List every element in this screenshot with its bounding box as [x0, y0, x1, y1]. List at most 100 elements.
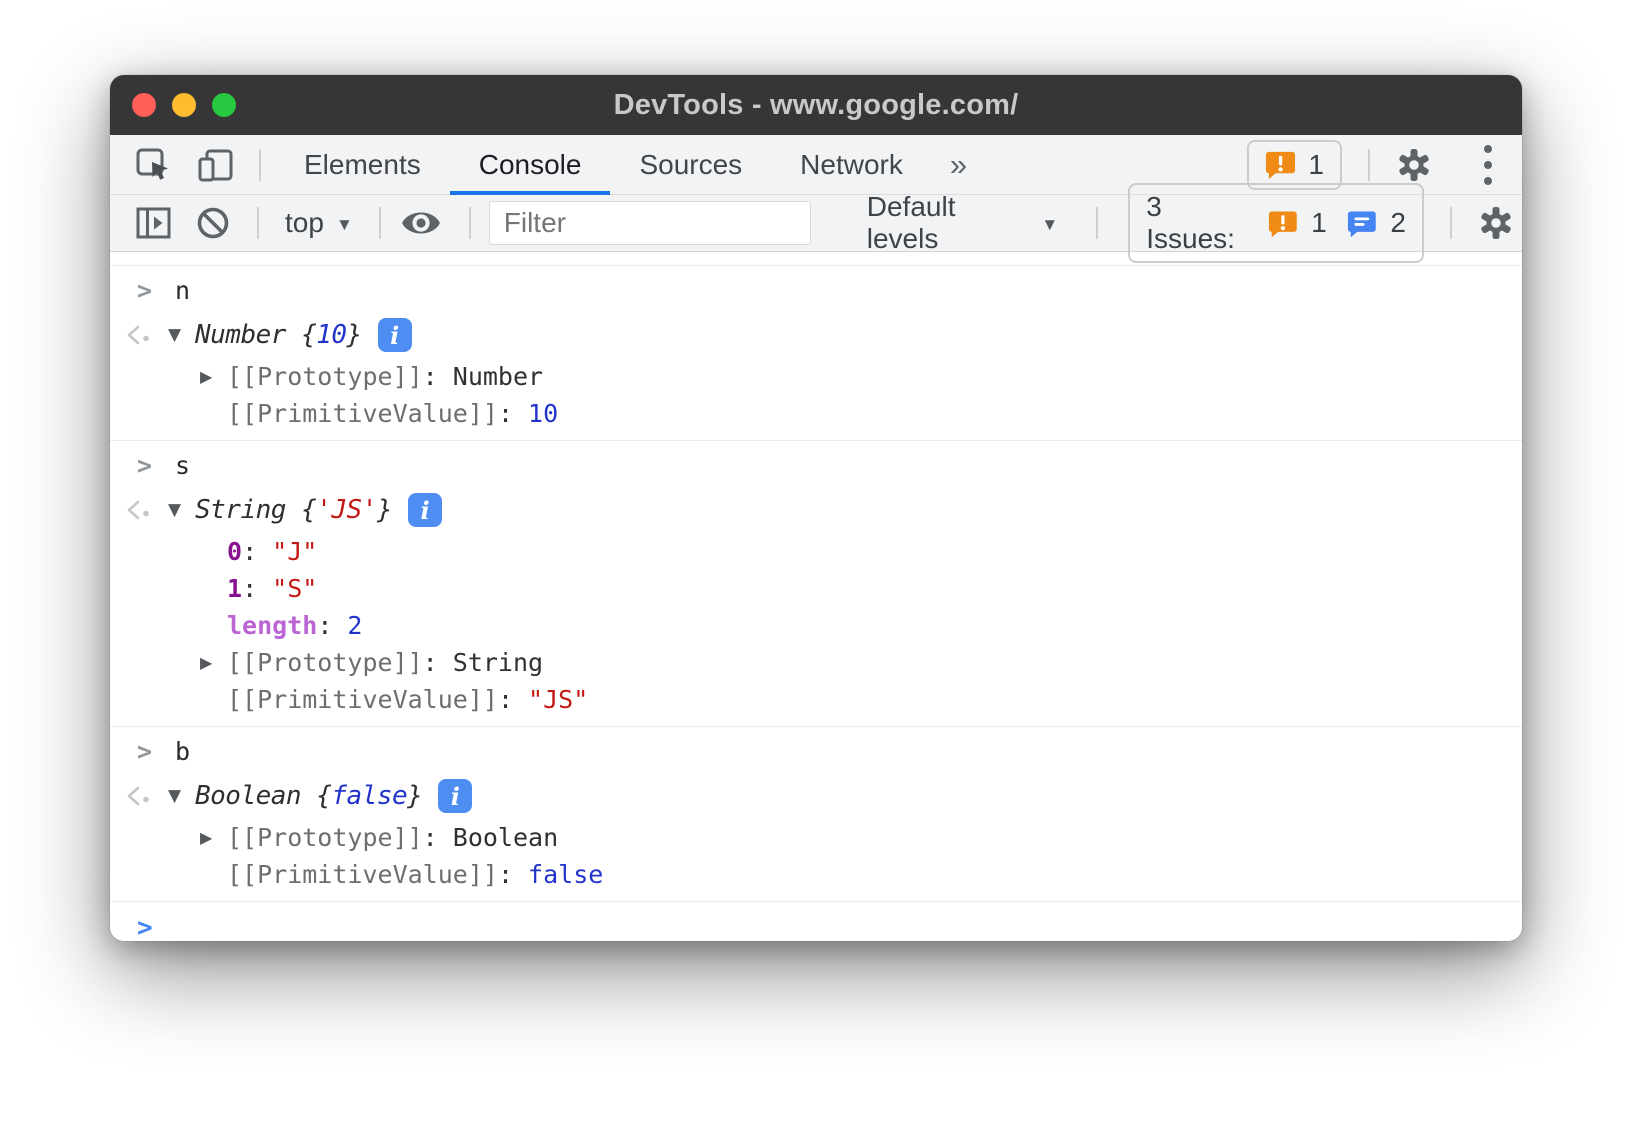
device-toolbar-icon — [197, 147, 235, 183]
info-icon[interactable]: i — [408, 493, 442, 527]
console-token: [[PrimitiveValue]] — [227, 860, 498, 889]
console-settings-button[interactable] — [1478, 205, 1514, 241]
console-group: >b▼Boolean {false}i▶[[Prototype]]: Boole… — [110, 726, 1522, 901]
console-token: "J" — [272, 537, 317, 566]
property-text: 0: "J" — [227, 537, 317, 566]
console-group: >n▼Number {10}i▶[[Prototype]]: Number[[P… — [110, 265, 1522, 440]
filter-input[interactable] — [489, 201, 811, 245]
inspect-element-button[interactable] — [135, 147, 171, 183]
tab-elements[interactable]: Elements — [275, 135, 450, 195]
panel-tabs: ElementsConsoleSourcesNetwork — [275, 135, 932, 195]
console-token: Boolean { — [195, 781, 331, 811]
object-preview[interactable]: Number {10} — [195, 320, 362, 350]
property-text: [[PrimitiveValue]]: "JS" — [227, 685, 588, 714]
device-toolbar-button[interactable] — [197, 147, 235, 183]
console-result-row: ▼Number {10} i — [110, 312, 1522, 358]
property-text: 1: "S" — [227, 574, 317, 603]
console-command-row: >n — [110, 268, 1522, 312]
console-command-row: >s — [110, 443, 1522, 487]
property-text: [[Prototype]]: Number — [227, 362, 543, 391]
console-token: String { — [195, 495, 316, 525]
console-property-row: ▶[[Prototype]]: String — [110, 644, 1522, 681]
console-token: 'JS' — [316, 495, 377, 525]
titlebar: DevTools - www.google.com/ — [110, 75, 1522, 135]
context-selector-dropdown[interactable]: top ▼ — [277, 207, 361, 239]
console-token: : — [498, 860, 528, 889]
console-messages-area: >n▼Number {10}i▶[[Prototype]]: Number[[P… — [110, 252, 1522, 941]
object-preview[interactable]: String {'JS'} — [195, 495, 392, 525]
console-group: >s▼String {'JS'}i0: "J"1: "S"length: 2▶[… — [110, 440, 1522, 726]
property-text: [[PrimitiveValue]]: false — [227, 860, 603, 889]
clear-console-button[interactable] — [195, 205, 231, 241]
console-property-row: ▶[[Prototype]]: Boolean — [110, 819, 1522, 856]
command-text: s — [175, 451, 190, 480]
console-token: : — [317, 611, 347, 640]
chevron-down-icon: ▼ — [1041, 215, 1058, 235]
gear-icon — [1396, 147, 1432, 183]
context-selector-value: top — [285, 207, 324, 239]
console-token: Number { — [195, 320, 316, 350]
tab-sources[interactable]: Sources — [610, 135, 771, 195]
separator — [469, 207, 471, 239]
expand-triangle-icon[interactable]: ▼ — [168, 325, 195, 345]
result-arrow-icon — [125, 498, 153, 522]
inspect-cursor-icon — [135, 147, 171, 183]
console-token: String — [453, 648, 543, 677]
tab-bar-right-cluster: 1 — [1247, 140, 1522, 190]
separator — [379, 207, 381, 239]
issues-summary-button[interactable]: 3 Issues: 1 2 — [1128, 183, 1424, 263]
live-expression-eye-button[interactable] — [399, 207, 443, 239]
console-token: 0 — [227, 537, 242, 566]
property-text: length: 2 — [227, 611, 362, 640]
console-token: : — [423, 648, 453, 677]
settings-button[interactable] — [1396, 147, 1432, 183]
issues-summary-label: 3 Issues: — [1146, 191, 1253, 255]
result-arrow-icon — [125, 784, 153, 808]
command-chevron-icon: > — [137, 451, 159, 480]
expand-triangle-icon[interactable]: ▶ — [200, 828, 227, 847]
console-property-row: 0: "J" — [110, 533, 1522, 570]
info-icon[interactable]: i — [438, 779, 472, 813]
console-property-row: length: 2 — [110, 607, 1522, 644]
clear-ban-icon — [195, 205, 231, 241]
console-token: [[Prototype]] — [227, 362, 423, 391]
console-result-row: ▼Boolean {false} i — [110, 773, 1522, 819]
expand-triangle-icon[interactable]: ▶ — [200, 367, 227, 386]
devtools-window: DevTools - www.google.com/ ElementsConso… — [110, 75, 1522, 941]
separator — [259, 149, 261, 181]
console-token: 1 — [227, 574, 242, 603]
console-token: 2 — [347, 611, 362, 640]
tab-console[interactable]: Console — [450, 135, 611, 195]
command-chevron-icon: > — [137, 276, 159, 305]
log-levels-dropdown[interactable]: Default levels ▼ — [859, 191, 1066, 255]
issue-warning-bubble-icon — [1268, 208, 1298, 239]
console-token: : — [423, 823, 453, 852]
info-icon[interactable]: i — [378, 318, 412, 352]
object-preview[interactable]: Boolean {false} — [195, 781, 422, 811]
console-token: false — [331, 781, 407, 811]
console-token: [[Prototype]] — [227, 823, 423, 852]
console-sidebar-icon — [135, 206, 173, 240]
console-token: false — [528, 860, 603, 889]
console-token: "JS" — [528, 685, 588, 714]
desktop-background: DevTools - www.google.com/ ElementsConso… — [0, 0, 1634, 1130]
issue-warning-bubble-icon — [1265, 149, 1296, 180]
console-token: : — [242, 537, 272, 566]
command-text: n — [175, 276, 190, 305]
show-console-sidebar-button[interactable] — [135, 206, 173, 240]
console-token: } — [347, 320, 362, 350]
console-token: [[PrimitiveValue]] — [227, 399, 498, 428]
expand-triangle-icon[interactable]: ▼ — [168, 786, 195, 806]
console-prompt[interactable]: > — [110, 901, 1522, 941]
more-options-button[interactable] — [1484, 145, 1492, 185]
console-token: 10 — [316, 320, 346, 350]
expand-triangle-icon[interactable]: ▼ — [168, 500, 195, 520]
expand-triangle-icon[interactable]: ▶ — [200, 653, 227, 672]
separator — [1368, 149, 1370, 181]
issues-counter-button[interactable]: 1 — [1247, 140, 1342, 190]
tab-network[interactable]: Network — [771, 135, 932, 195]
more-tabs-button[interactable]: » — [932, 147, 985, 183]
console-token: : — [498, 399, 528, 428]
prompt-chevron-icon: > — [137, 913, 153, 942]
chevron-down-icon: ▼ — [336, 215, 353, 235]
